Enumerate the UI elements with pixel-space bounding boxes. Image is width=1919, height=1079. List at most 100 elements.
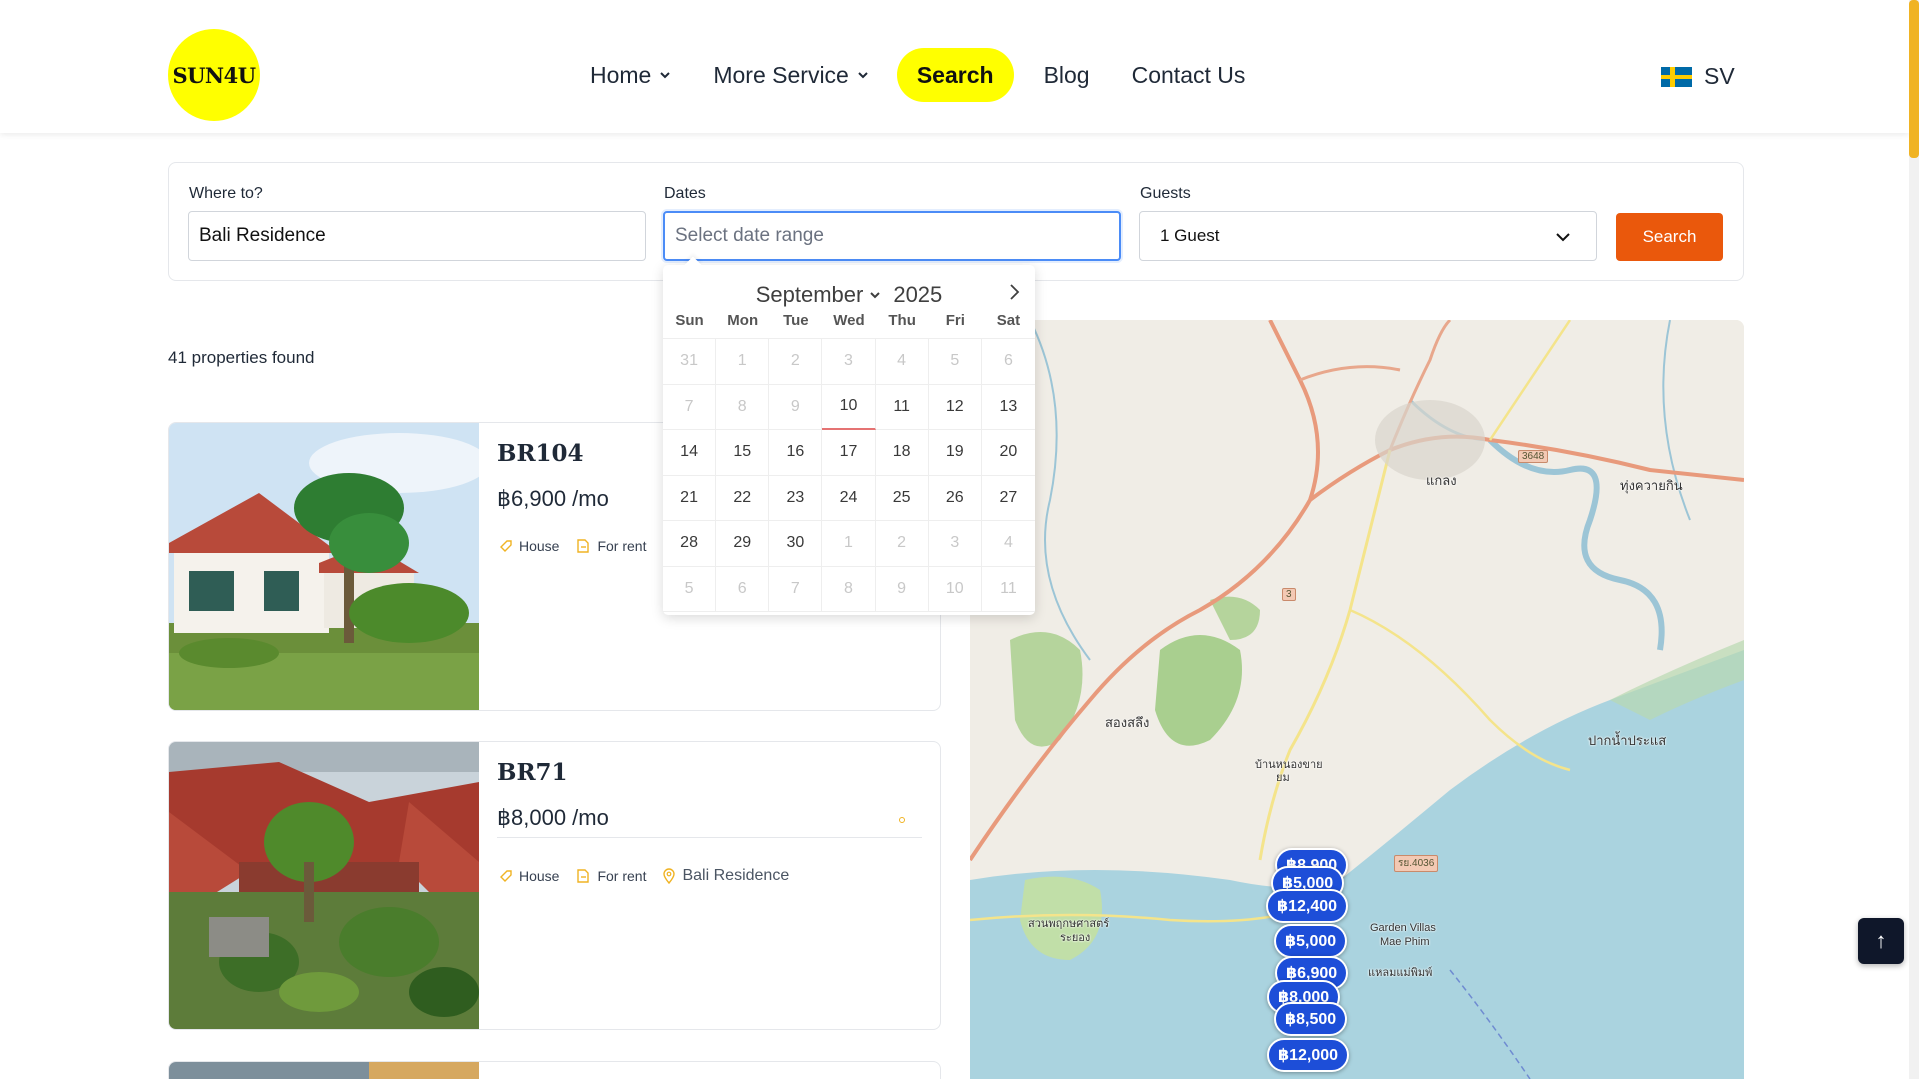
page-scrollbar[interactable] [1909,0,1919,1079]
month-select[interactable]: September [756,282,882,308]
language-switcher[interactable]: SV [1661,63,1735,90]
calendar-day[interactable]: 23 [769,475,823,521]
search-button[interactable]: Search [1616,213,1723,261]
calendar-day[interactable]: 8 [822,566,876,612]
property-id[interactable]: BR104 [497,440,584,467]
back-to-top-button[interactable]: ↑ [1858,918,1904,964]
weekday-label: Mon [727,312,759,329]
calendar-day[interactable]: 30 [769,521,823,567]
calendar-header: September 2025 [663,277,1035,313]
where-input[interactable]: Bali Residence [188,211,646,261]
calendar-day[interactable]: 15 [716,430,770,476]
nav-more-service[interactable]: More Service [713,48,868,102]
calendar-day[interactable]: 9 [875,566,929,612]
calendar-day[interactable]: 2 [875,521,929,567]
nav-search[interactable]: Search [896,48,1014,102]
document-icon [577,539,590,553]
year-input[interactable]: 2025 [893,282,942,308]
calendar-day[interactable]: 28 [663,521,717,567]
weekday-label: Sun [675,312,704,329]
calendar-day[interactable]: 3 [928,521,982,567]
calendar-day[interactable]: 26 [928,475,982,521]
calendar-day[interactable]: 24 [822,475,876,521]
nav-more-service-label: More Service [713,61,849,88]
calendar-day[interactable]: 14 [663,430,717,476]
map-pin-icon [663,868,676,884]
property-meta: House For rent Bali Residence [499,867,805,885]
property-photo[interactable] [169,742,479,1029]
property-photo[interactable] [169,1062,479,1079]
map-place-label: สองสลึง [1105,715,1150,730]
road-number-badge: รย.4036 [1394,855,1439,872]
calendar-day: 8 [716,384,770,430]
sun4u-logo[interactable]: SUN4U [168,29,260,121]
map-place-label: แกลง [1426,473,1457,488]
map-tiles[interactable] [970,320,1744,1079]
calendar-day[interactable]: 25 [875,475,929,521]
favorite-indicator-icon[interactable] [899,817,905,823]
calendar-day[interactable]: 11 [981,567,1035,612]
calendar-day: 5 [928,339,982,385]
scrollbar-thumb[interactable] [1909,0,1919,158]
calendar-day[interactable]: 18 [875,430,929,476]
weekday-header: Sun Mon Tue Wed Thu Fri Sat [663,312,1035,329]
site-header: SUN4U Home More Service Search Blog Cont… [0,0,1909,133]
map-place-label: ปากน้ำประแส [1588,733,1667,748]
calendar-day[interactable]: 4 [981,521,1035,567]
property-card[interactable] [168,1061,941,1079]
calendar-day[interactable]: 11 [875,384,929,430]
map-place-label: ระยอง [1060,932,1091,944]
road-number-badge: 3 [1282,588,1296,601]
calendar-day[interactable]: 13 [981,385,1035,430]
calendar-day[interactable]: 22 [716,475,770,521]
property-type: House [499,868,559,884]
map-price-pin[interactable]: ฿12,400 [1266,889,1349,923]
property-photo[interactable] [169,423,479,710]
date-range-input[interactable]: Select date range [663,211,1121,261]
map-price-pin[interactable]: ฿12,000 [1267,1038,1350,1072]
guests-value: 1 Guest [1160,226,1220,245]
property-type: House [499,538,559,554]
where-value: Bali Residence [199,225,326,246]
calendar-day[interactable]: 19 [928,430,982,476]
nav-home[interactable]: Home [590,48,671,102]
map-price-pin[interactable]: ฿5,000 [1274,924,1348,958]
map-price-pin[interactable]: ฿8,500 [1274,1002,1348,1036]
property-meta: House For rent [499,538,662,554]
guests-label: Guests [1140,185,1191,202]
results-map[interactable]: แกลง ทุ่งควายกิน สองสลึง บ้านหนองขาย ยม … [970,320,1744,1079]
calendar-day[interactable]: 6 [716,566,770,612]
calendar-day[interactable]: 29 [716,521,770,567]
guests-select[interactable]: 1 Guest [1139,211,1597,261]
map-place-label: แหลมแม่พิมพ์ [1368,967,1433,979]
calendar-day[interactable]: 1 [822,521,876,567]
calendar-day: 7 [663,384,717,430]
chevron-down-icon [660,72,671,79]
calendar-day[interactable]: 12 [928,384,982,430]
dates-label: Dates [664,185,706,202]
nav-blog[interactable]: Blog [1044,48,1090,102]
property-location-label: Bali Residence [682,867,790,884]
property-price: ฿8,000 /mo [497,805,609,830]
calendar-day[interactable]: 10 [928,566,982,612]
calendar-day-today[interactable]: 10 [822,384,876,430]
property-status: For rent [575,868,646,884]
calendar-day[interactable]: 27 [981,476,1035,521]
next-month-icon[interactable] [1007,283,1021,301]
month-label: September [755,282,864,307]
calendar-day: 3 [822,339,876,385]
property-card[interactable]: BR71 ฿8,000 /mo House For rent Bali Resi… [168,741,941,1030]
map-place-label: Mae Phim [1380,936,1430,948]
property-type-label: House [519,538,560,554]
calendar-day[interactable]: 5 [663,566,717,612]
calendar-day[interactable]: 20 [981,430,1035,476]
nav-contact-us[interactable]: Contact Us [1132,48,1246,102]
property-id[interactable]: BR71 [497,759,568,786]
calendar-day[interactable]: 21 [663,475,717,521]
calendar-days-grid: 31 1 2 3 4 5 6 7 8 9 10 11 12 13 14 15 16 17 18 19 20 21 22 23 2… [663,338,1035,612]
date-picker-popup: September 2025 Sun Mon Tue Wed Thu Fri Sat 31 1… [663,265,1035,615]
calendar-day[interactable]: 16 [769,430,823,476]
calendar-day[interactable]: 17 [822,430,876,476]
calendar-day[interactable]: 7 [769,566,823,612]
calendar-day: 31 [663,339,717,385]
